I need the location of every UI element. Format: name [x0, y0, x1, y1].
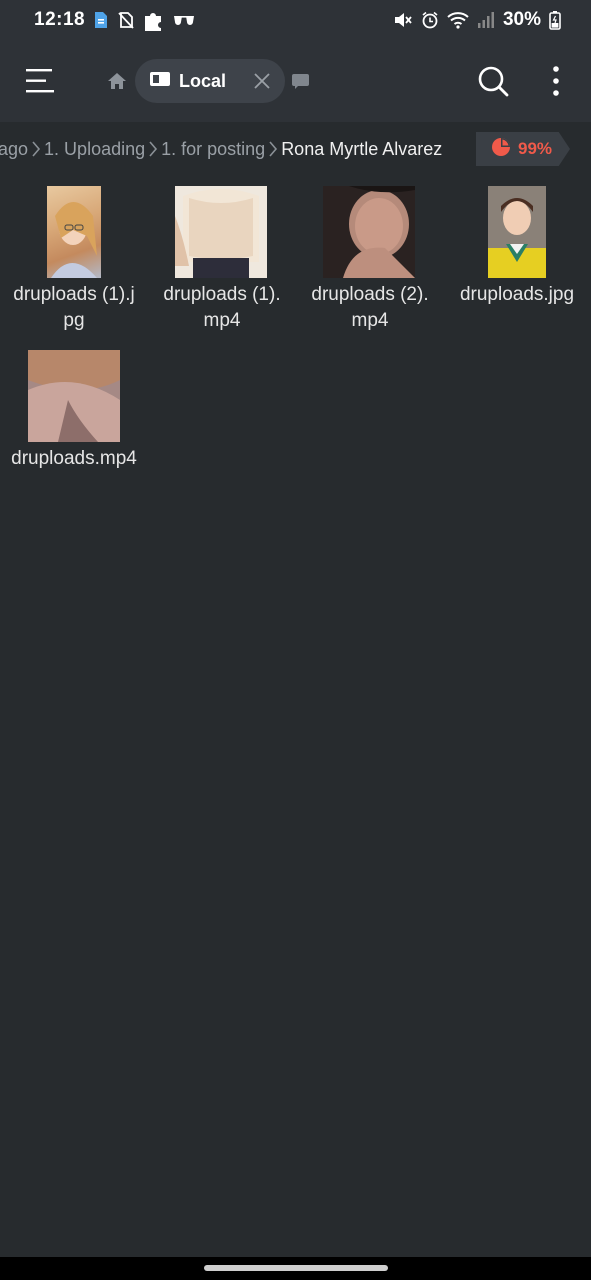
file-thumbnail	[47, 186, 101, 278]
more-vertical-icon[interactable]	[545, 64, 567, 98]
no-sim-icon	[117, 11, 135, 29]
toolbar: Local	[0, 40, 591, 122]
search-icon[interactable]	[476, 64, 510, 98]
file-thumbnail	[28, 350, 120, 442]
menu-icon[interactable]	[24, 66, 56, 96]
chevron-right-icon	[268, 140, 278, 158]
breadcrumb-item-uploading[interactable]: 1. Uploading	[44, 139, 145, 160]
status-bar: 12:18 30%	[0, 0, 591, 40]
chevron-right-icon	[31, 140, 41, 158]
file-item[interactable]: druploads (2).mp4	[305, 186, 435, 336]
file-item[interactable]: druploads.mp4	[9, 350, 139, 500]
file-thumbnail	[175, 186, 267, 278]
close-icon[interactable]	[253, 72, 271, 90]
home-icon[interactable]	[107, 71, 127, 91]
file-name: druploads (1).mp4	[163, 284, 281, 331]
breadcrumb-item-for-posting[interactable]: 1. for posting	[161, 139, 265, 160]
status-left: 12:18	[34, 8, 195, 32]
tab-local[interactable]: Local	[135, 59, 285, 103]
battery-percent: 30%	[502, 9, 541, 30]
file-name: druploads.mp4	[11, 448, 137, 469]
storage-badge[interactable]: 99%	[476, 132, 570, 166]
alarm-icon	[421, 11, 439, 29]
tab-label: Local	[179, 70, 227, 91]
puzzle-icon	[143, 8, 165, 32]
file-notification-icon	[93, 11, 109, 29]
breadcrumb-item-current[interactable]: Rona Myrtle Alvarez	[281, 139, 442, 160]
pie-chart-icon	[490, 136, 512, 163]
file-name: druploads (1).jpg	[13, 284, 135, 331]
signal-icon	[477, 11, 495, 29]
folder-icon	[149, 70, 171, 93]
file-thumbnail	[323, 186, 415, 278]
wifi-icon	[447, 11, 469, 29]
breadcrumb-item-ago[interactable]: ago	[0, 139, 28, 160]
mute-icon	[393, 11, 413, 29]
glasses-icon	[173, 14, 195, 26]
home-gesture-handle[interactable]	[204, 1265, 388, 1271]
file-thumbnail	[488, 186, 546, 278]
file-name: druploads.jpg	[459, 284, 575, 305]
file-item[interactable]: druploads (1).jpg	[9, 186, 139, 336]
file-item[interactable]: druploads (1).mp4	[157, 186, 287, 336]
status-time: 12:18	[34, 9, 86, 30]
chevron-right-icon	[148, 140, 158, 158]
file-name: druploads (2).mp4	[311, 284, 429, 331]
file-item[interactable]: druploads.jpg	[452, 186, 582, 336]
tab-icon[interactable]	[291, 72, 311, 90]
storage-percent: 99%	[518, 139, 553, 158]
status-right: 30%	[393, 9, 561, 31]
battery-icon	[549, 10, 561, 30]
